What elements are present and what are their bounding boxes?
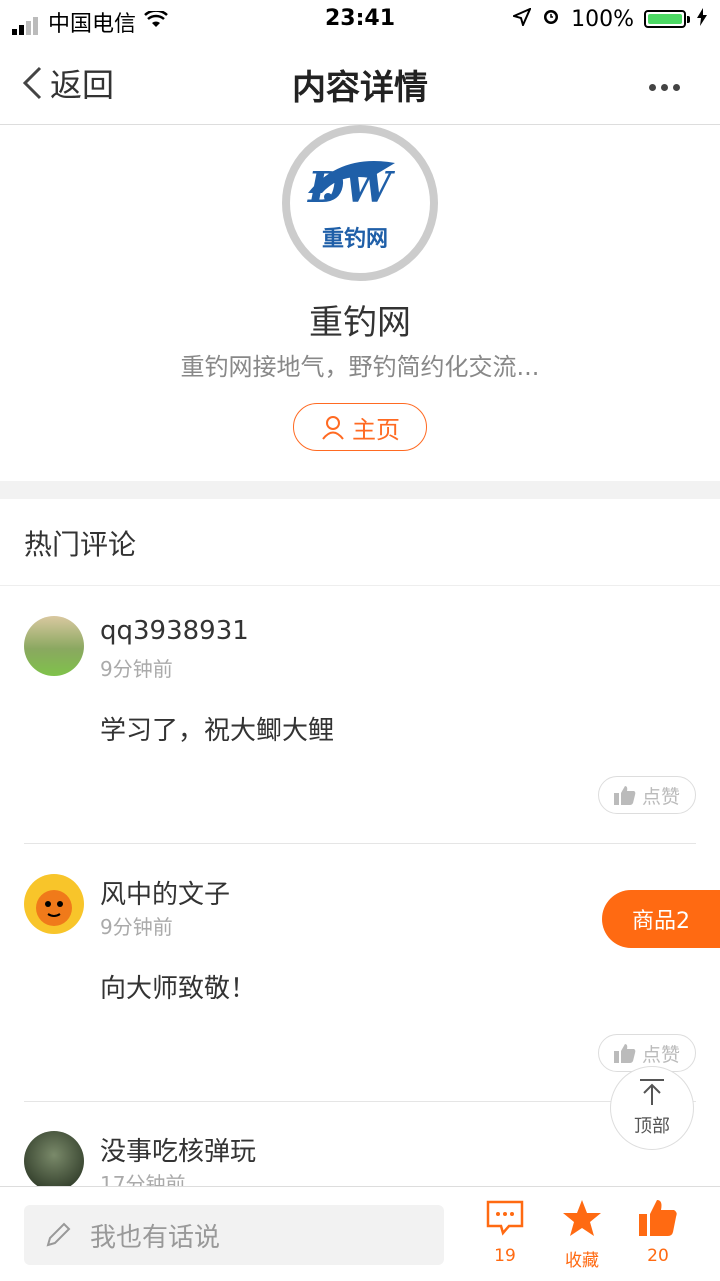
like-count: 20 bbox=[647, 1246, 669, 1266]
avatar[interactable] bbox=[24, 616, 84, 676]
comment-input-placeholder: 我也有话说 bbox=[90, 1222, 221, 1253]
favorite-button[interactable]: 收藏 bbox=[542, 1199, 622, 1271]
comment-user[interactable]: 风中的文子 bbox=[100, 874, 230, 911]
more-button[interactable] bbox=[644, 76, 680, 95]
star-icon bbox=[563, 1200, 601, 1236]
avatar[interactable] bbox=[24, 874, 84, 934]
comment-user[interactable]: 没事吃核弹玩 bbox=[100, 1131, 256, 1168]
comment-time: 9分钟前 bbox=[100, 657, 173, 681]
comment-time: 9分钟前 bbox=[100, 915, 173, 939]
profile-name: 重钓网 bbox=[309, 303, 411, 343]
page-title: 内容详情 bbox=[292, 68, 428, 108]
back-to-top-label: 顶部 bbox=[634, 1116, 670, 1137]
profile-card: DW 重钓网 重钓网 重钓网接地气，野钓简约化交流... 主页 bbox=[0, 125, 720, 481]
like-label: 点赞 bbox=[641, 785, 680, 808]
like-article-button[interactable]: 20 bbox=[618, 1199, 698, 1266]
section-gap bbox=[0, 481, 720, 499]
pencil-icon bbox=[46, 1222, 71, 1247]
comment-text: 向大师致敬！ bbox=[100, 974, 257, 1004]
user-icon bbox=[322, 416, 344, 440]
battery-icon bbox=[644, 10, 690, 28]
thumbs-up-icon bbox=[613, 1044, 636, 1063]
back-to-top-button[interactable]: 顶部 bbox=[610, 1066, 694, 1150]
section-title: 热门评论 bbox=[24, 528, 137, 561]
goods-button[interactable]: 商品2 bbox=[602, 890, 720, 948]
logo-letters: DW bbox=[308, 163, 392, 212]
divider bbox=[24, 1101, 696, 1102]
divider bbox=[24, 843, 696, 844]
section-header: 热门评论 bbox=[0, 499, 720, 586]
home-button[interactable]: 主页 bbox=[293, 403, 427, 451]
logo-text: 重钓网 bbox=[322, 227, 389, 252]
charging-icon bbox=[696, 7, 708, 32]
profile-desc: 重钓网接地气，野钓简约化交流... bbox=[180, 353, 540, 381]
like-label: 点赞 bbox=[641, 1043, 680, 1066]
thumbs-up-icon bbox=[613, 786, 636, 805]
like-button[interactable]: 点赞 bbox=[598, 776, 696, 814]
alarm-icon bbox=[541, 6, 561, 32]
battery-percent: 100% bbox=[571, 6, 634, 32]
comment-input[interactable]: 我也有话说 bbox=[24, 1205, 444, 1265]
location-icon bbox=[511, 6, 533, 32]
comment-count: 19 bbox=[494, 1246, 516, 1266]
nav-bar: 返回 内容详情 bbox=[0, 40, 720, 125]
comment-text: 学习了，祝大鲫大鲤 bbox=[100, 716, 335, 746]
status-bar: 中国电信 23:41 100% bbox=[0, 0, 720, 40]
bottom-bar: 我也有话说 19 收藏 20 bbox=[0, 1186, 720, 1281]
avatar[interactable] bbox=[24, 1131, 84, 1191]
home-label: 主页 bbox=[352, 415, 400, 444]
arrow-up-icon bbox=[640, 1079, 664, 1105]
thumbs-up-icon bbox=[639, 1200, 677, 1236]
profile-logo[interactable]: DW 重钓网 bbox=[282, 125, 438, 281]
comments-button[interactable]: 19 bbox=[465, 1199, 545, 1266]
comment-user[interactable]: qq3938931 bbox=[100, 616, 249, 646]
favorite-label: 收藏 bbox=[565, 1251, 599, 1271]
comment-icon bbox=[486, 1200, 524, 1236]
